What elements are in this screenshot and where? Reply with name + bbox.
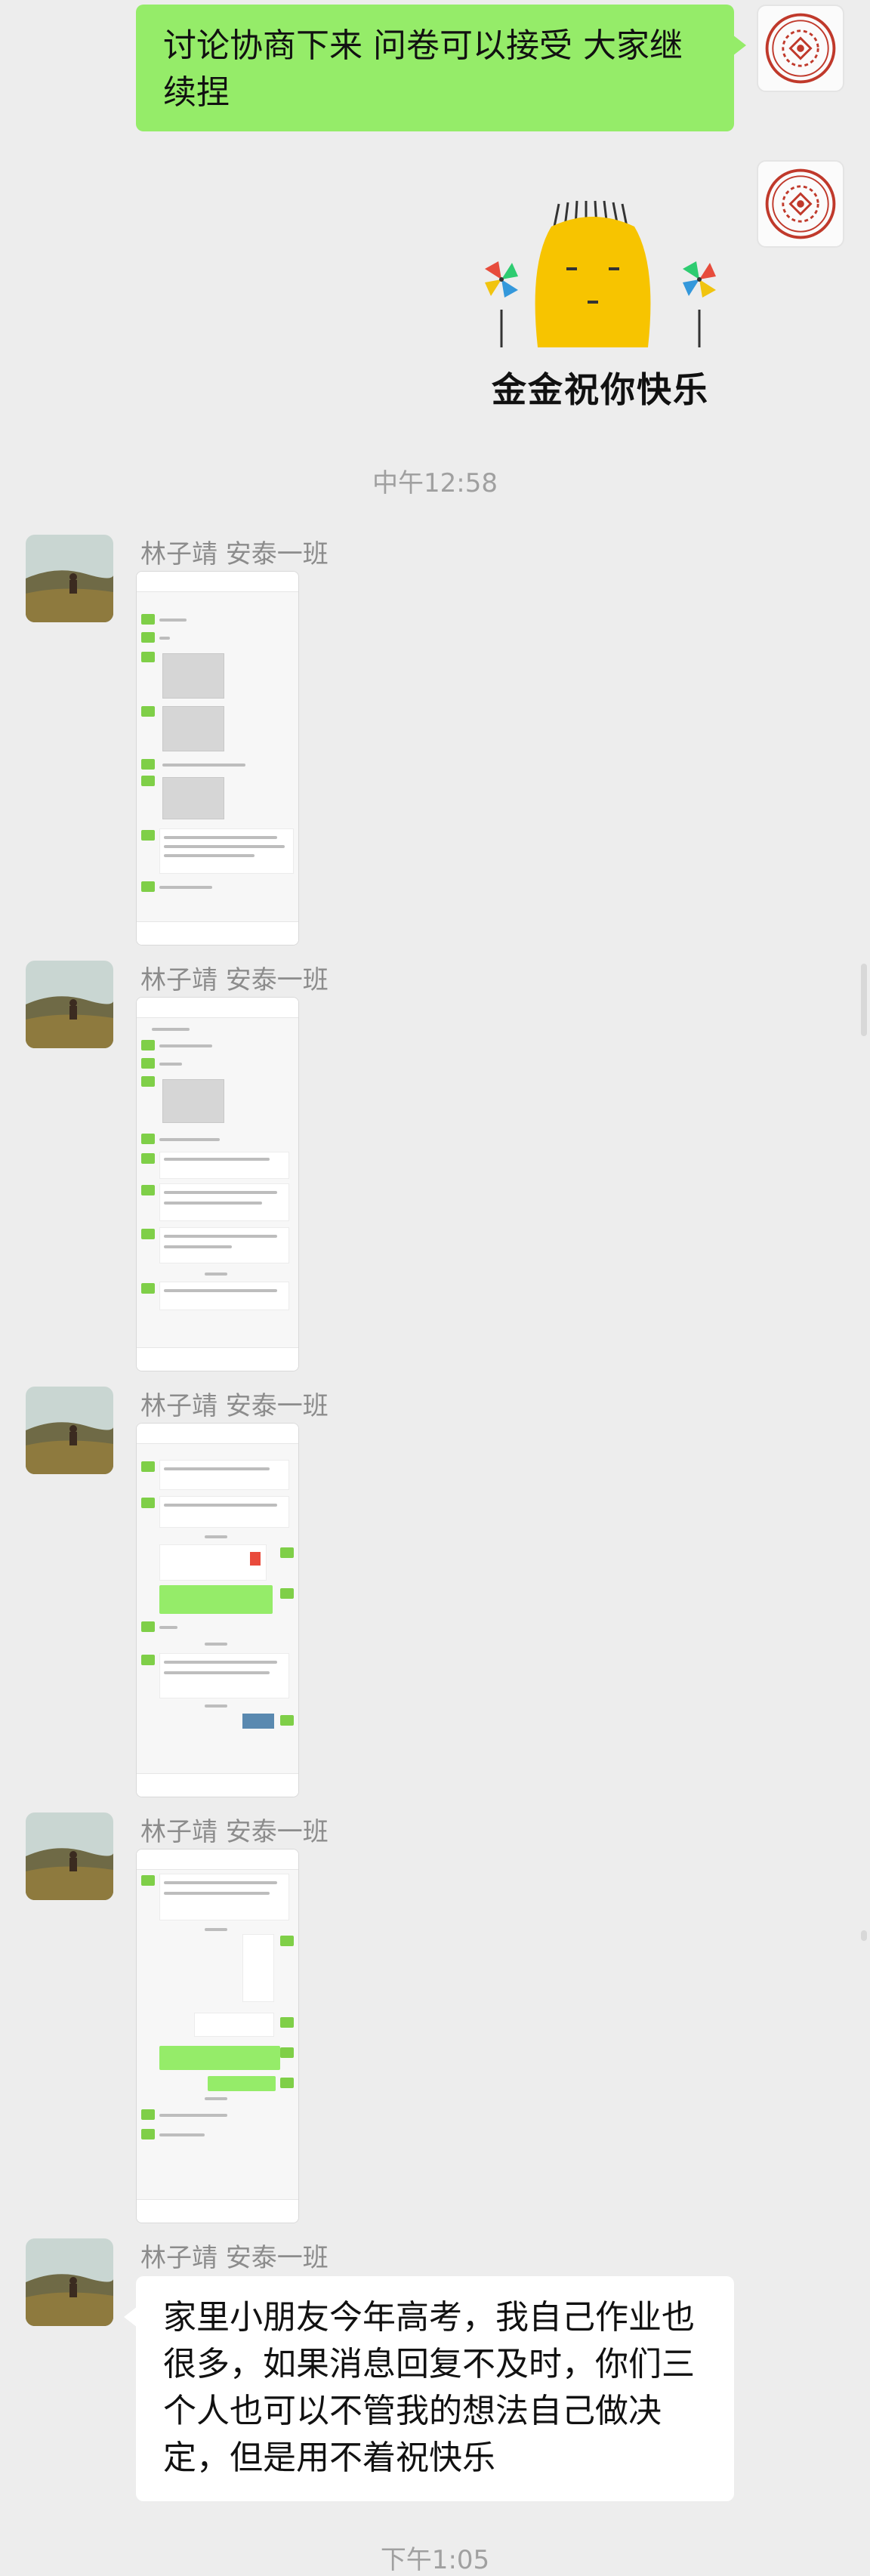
- screenshot-thumbnail[interactable]: [136, 1423, 299, 1797]
- sent-message-bubble[interactable]: 讨论协商下来 问卷可以接受 大家继续捏: [136, 5, 746, 131]
- sent-message-text: 讨论协商下来 问卷可以接受 大家继续捏: [163, 26, 683, 112]
- self-avatar[interactable]: [757, 160, 844, 248]
- sticker-message[interactable]: 金金祝你快乐: [476, 196, 725, 415]
- screenshot-thumbnail[interactable]: [136, 571, 299, 946]
- landscape-photo-avatar-icon: [26, 2238, 113, 2326]
- received-message-bubble[interactable]: 家里小朋友今年高考，我自己作业也很多，如果消息回复不及时，你们三个人也可以不管我…: [124, 2276, 734, 2501]
- sender-name: 林子靖 安泰一班: [140, 1391, 329, 1421]
- sender-name: 林子靖 安泰一班: [140, 2243, 329, 2273]
- timestamp: 中午12:58: [372, 468, 498, 498]
- screenshot-thumbnail[interactable]: [136, 1849, 299, 2223]
- red-seal-avatar-icon: [765, 168, 836, 239]
- landscape-photo-avatar-icon: [26, 535, 113, 622]
- self-avatar[interactable]: [757, 5, 844, 92]
- landscape-photo-avatar-icon: [26, 961, 113, 1048]
- contact-avatar[interactable]: [26, 1812, 113, 1900]
- sender-name: 林子靖 安泰一班: [140, 1817, 329, 1847]
- scrollbar-thumb[interactable]: [861, 964, 867, 1036]
- landscape-photo-avatar-icon: [26, 1812, 113, 1900]
- scrollbar-marker: [861, 1930, 867, 1941]
- contact-avatar[interactable]: [26, 1387, 113, 1474]
- timestamp: 下午1:05: [380, 2545, 490, 2575]
- contact-avatar[interactable]: [26, 535, 113, 622]
- contact-avatar[interactable]: [26, 2238, 113, 2326]
- yellow-blob-pinwheel-sticker-icon: [485, 200, 716, 347]
- red-seal-avatar-icon: [765, 13, 836, 84]
- received-message-text: 家里小朋友今年高考，我自己作业也很多，如果消息回复不及时，你们三个人也可以不管我…: [163, 2298, 695, 2477]
- sender-name: 林子靖 安泰一班: [140, 965, 329, 995]
- sender-name: 林子靖 安泰一班: [140, 539, 329, 569]
- sticker-caption: 金金祝你快乐: [492, 369, 709, 410]
- landscape-photo-avatar-icon: [26, 1387, 113, 1474]
- screenshot-thumbnail[interactable]: [136, 997, 299, 1371]
- contact-avatar[interactable]: [26, 961, 113, 1048]
